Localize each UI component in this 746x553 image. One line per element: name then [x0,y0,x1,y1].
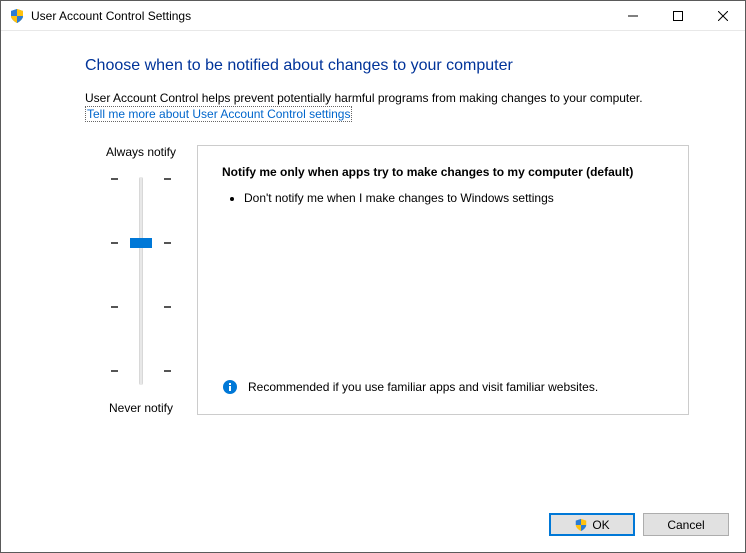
info-icon [222,379,238,395]
page-heading: Choose when to be notified about changes… [85,57,689,75]
level-description-box: Notify me only when apps try to make cha… [197,145,689,415]
minimize-button[interactable] [610,1,655,30]
ok-button-label: OK [592,518,609,532]
slider-tick [111,175,171,183]
ok-button[interactable]: OK [549,513,635,536]
slider-thumb[interactable] [130,238,152,248]
help-link[interactable]: Tell me more about User Account Control … [85,106,352,122]
level-bullet: Don't notify me when I make changes to W… [244,190,668,207]
page-description: User Account Control helps prevent poten… [85,91,689,107]
slider-column: Always notify Never notify [85,145,197,415]
slider-tick [111,367,171,375]
cancel-button-label: Cancel [667,518,704,532]
notification-slider[interactable] [111,171,171,391]
maximize-button[interactable] [655,1,700,30]
slider-tick [111,303,171,311]
content-area: Choose when to be notified about changes… [1,31,745,501]
button-bar: OK Cancel [1,501,745,552]
cancel-button[interactable]: Cancel [643,513,729,536]
main-area: Always notify Never notify Notify me onl… [85,145,689,415]
titlebar: User Account Control Settings [1,1,745,31]
uac-settings-window: User Account Control Settings Choose whe… [0,0,746,553]
recommendation-text: Recommended if you use familiar apps and… [248,379,598,395]
slider-label-bottom: Never notify [109,401,173,415]
level-bullets: Don't notify me when I make changes to W… [222,190,668,207]
slider-label-top: Always notify [106,145,176,159]
close-button[interactable] [700,1,745,30]
uac-shield-icon [574,518,588,532]
window-title: User Account Control Settings [31,9,610,23]
level-title: Notify me only when apps try to make cha… [222,164,668,180]
slider-track [139,177,143,385]
window-controls [610,1,745,30]
uac-shield-icon [9,8,25,24]
level-recommendation: Recommended if you use familiar apps and… [222,379,668,395]
